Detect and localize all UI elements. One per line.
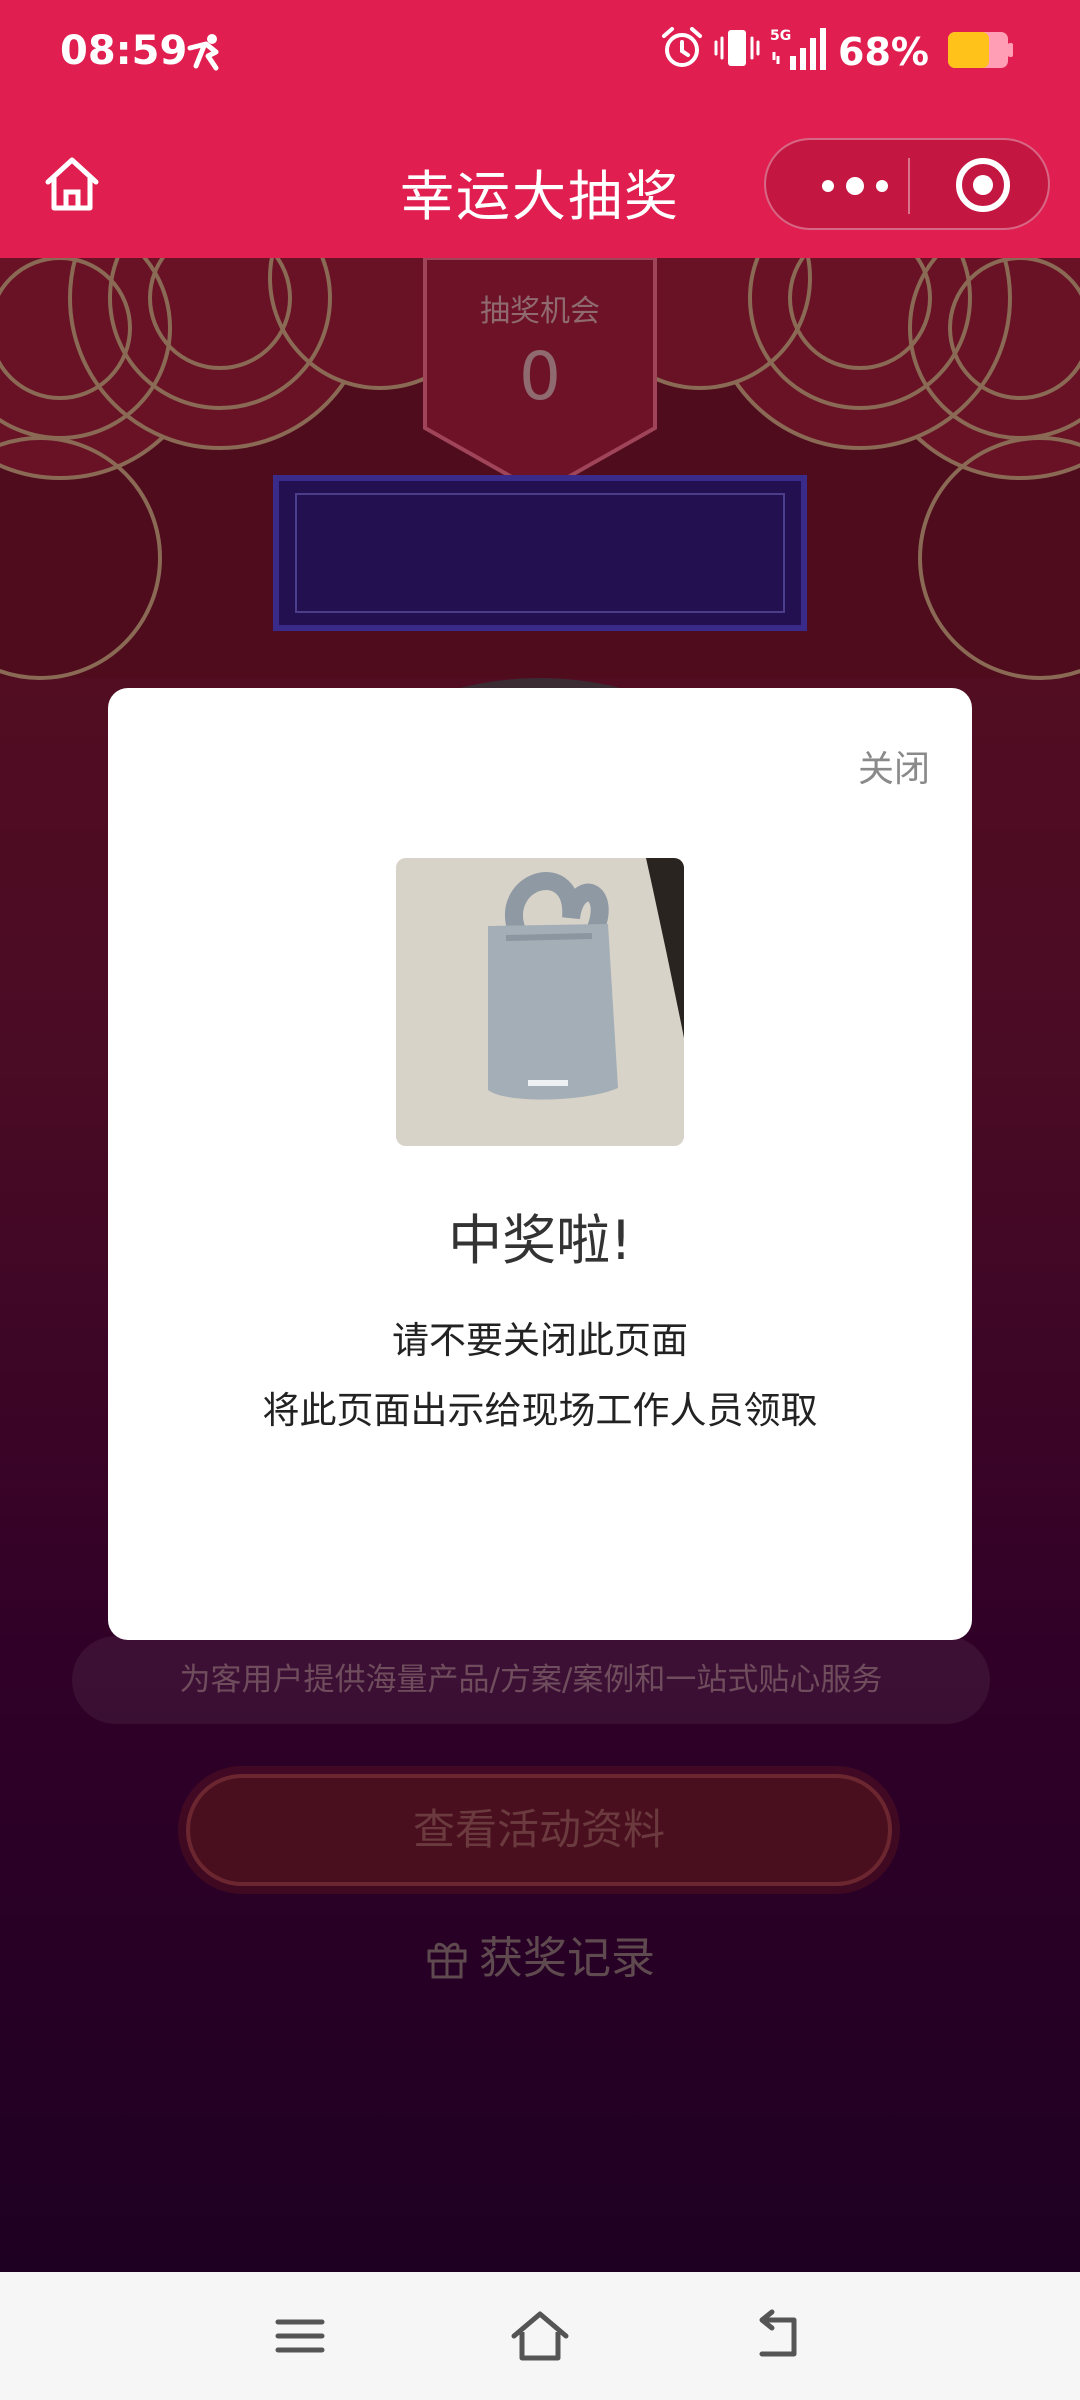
battery-percent: 68%: [838, 30, 929, 74]
close-button[interactable]: 关闭: [858, 740, 930, 792]
capsule-menu: [764, 138, 1050, 230]
chance-value: 0: [519, 338, 561, 415]
gift-icon: [427, 1942, 467, 1979]
win-title: 中奖啦!: [448, 1209, 632, 1272]
signal-icon: [770, 26, 826, 78]
view-materials-button[interactable]: 查看活动资料: [186, 1774, 892, 1886]
back-icon[interactable]: [752, 2308, 808, 2368]
alarm-icon: [660, 26, 704, 74]
menu-icon[interactable]: [272, 2308, 328, 2368]
nav-bar: 幸运大抽奖: [0, 110, 1080, 258]
win-dialog: 关闭 中奖啦! 请不要关闭此页面 将此页面出示给现场工作人员领取: [108, 688, 972, 1640]
slogan-text: 为客用户提供海量产品/方案/案例和一站式贴心服务: [72, 1636, 990, 1724]
prize-record-label: 获奖记录: [479, 1933, 655, 1984]
vibrate-icon: [714, 26, 760, 74]
chance-label: 抽奖机会: [480, 294, 600, 329]
person-icon: [186, 32, 226, 76]
keep-page-open-text: 请不要关闭此页面: [392, 1319, 688, 1362]
capsule-divider: [908, 158, 910, 214]
prize-record-link[interactable]: 获奖记录: [0, 1922, 1080, 1986]
battery-icon: [948, 32, 1014, 72]
more-icon[interactable]: [810, 166, 900, 206]
system-nav-bar: [0, 2272, 1080, 2400]
home-icon[interactable]: [508, 2308, 572, 2368]
tote-bag-image: [396, 858, 684, 1146]
status-time: 08:59: [60, 28, 188, 74]
show-staff-text: 将此页面出示给现场工作人员领取: [262, 1389, 818, 1432]
prize-image: [396, 858, 684, 1146]
target-icon[interactable]: [954, 156, 1012, 218]
status-bar: 08:59 5G 68%: [0, 0, 1080, 110]
